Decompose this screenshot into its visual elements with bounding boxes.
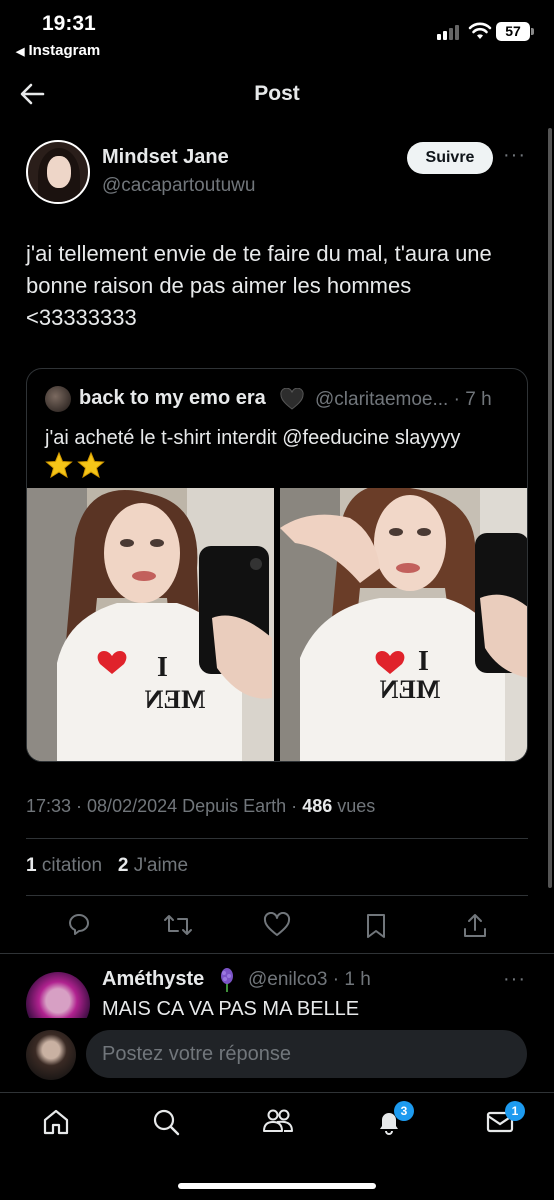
scrollbar[interactable] <box>548 128 552 888</box>
wifi-icon <box>468 22 492 39</box>
reply-composer: Postez votre réponse <box>0 1018 554 1092</box>
post-text: j'ai tellement envie de te faire du mal,… <box>26 241 492 330</box>
share-icon[interactable] <box>462 912 488 940</box>
star-emoji-icon <box>45 451 105 479</box>
black-heart-icon <box>280 388 304 410</box>
follow-button[interactable]: Suivre <box>407 142 493 174</box>
home-indicator[interactable] <box>178 1183 376 1189</box>
likes-label: J'aime <box>128 855 189 876</box>
search-icon[interactable] <box>151 1107 181 1137</box>
hyacinth-emoji-icon <box>221 968 233 992</box>
communities-icon[interactable] <box>261 1107 295 1137</box>
reply-handle-time: @enilco3 · 1 h <box>248 969 371 990</box>
author-avatar[interactable] <box>26 140 90 204</box>
battery-indicator: 57 <box>496 22 530 41</box>
notifications-tab[interactable]: 3 <box>374 1101 414 1142</box>
quote-handle-time: @claritaemoe... · 7 h <box>315 389 492 410</box>
reply-more-icon[interactable]: ··· <box>503 968 526 991</box>
back-app-label: Instagram <box>28 42 101 59</box>
signal-icon <box>437 24 463 40</box>
reply-input[interactable]: Postez votre réponse <box>86 1030 527 1078</box>
author-name[interactable]: Mindset Jane <box>102 146 229 169</box>
notifications-badge: 3 <box>394 1101 414 1121</box>
page-title: Post <box>254 82 300 105</box>
messages-badge: 1 <box>505 1101 525 1121</box>
shirt-text-men-2: MEN <box>379 675 440 704</box>
likes-count: 2 <box>117 855 129 876</box>
back-to-app-link[interactable]: ◀ Instagram <box>16 42 100 59</box>
shirt-text-men: MEN <box>144 685 205 714</box>
divider <box>26 895 528 896</box>
likes-stat[interactable]: 2 J'aime <box>118 855 188 876</box>
home-icon[interactable] <box>41 1107 71 1137</box>
shirt-text-i: I <box>157 652 168 683</box>
quote-text: j'ai acheté le t-shirt interdit @feeduci… <box>45 427 461 449</box>
post-stats: 1 citation 2 J'aime <box>26 855 188 877</box>
post-more-icon[interactable]: ··· <box>503 144 526 167</box>
messages-tab[interactable]: 1 <box>485 1101 525 1142</box>
quote-author-name: back to my emo era <box>79 387 266 409</box>
quote-photo-left[interactable]: I MEN <box>27 488 274 761</box>
reply-author-name[interactable]: Améthyste <box>102 968 204 991</box>
views-count: 486 <box>302 796 333 816</box>
reply-icon[interactable] <box>66 912 92 938</box>
composer-avatar <box>26 1030 76 1080</box>
citations-stat[interactable]: 1 citation <box>26 855 102 876</box>
quoted-post[interactable]: back to my emo era @claritaemoe... · 7 h… <box>26 368 528 762</box>
bookmark-icon[interactable] <box>364 912 388 940</box>
top-bar: Post <box>0 66 554 124</box>
status-time: 19:31 <box>42 12 96 35</box>
citations-label: citation <box>36 855 103 876</box>
post-actions <box>0 906 554 946</box>
divider <box>0 953 554 954</box>
citations-count: 1 <box>26 855 37 876</box>
quote-photo-right[interactable]: I MEN <box>280 488 527 761</box>
like-icon[interactable] <box>263 912 291 938</box>
author-handle[interactable]: @cacapartoutuwu <box>102 175 255 197</box>
repost-icon[interactable] <box>163 912 193 938</box>
shirt-text-i-2: I <box>418 646 429 677</box>
divider <box>26 838 528 839</box>
post-timestamp: 17:33 · 08/02/2024 Depuis Earth · <box>26 796 303 816</box>
status-bar: 19:31 ◀ Instagram 57 <box>0 0 554 66</box>
post-meta: 17:33 · 08/02/2024 Depuis Earth · 486 vu… <box>26 796 375 817</box>
back-triangle-icon: ◀ <box>16 46 25 58</box>
views-label: vues <box>332 796 376 816</box>
quote-avatar <box>45 386 71 412</box>
battery-tip <box>531 28 534 35</box>
